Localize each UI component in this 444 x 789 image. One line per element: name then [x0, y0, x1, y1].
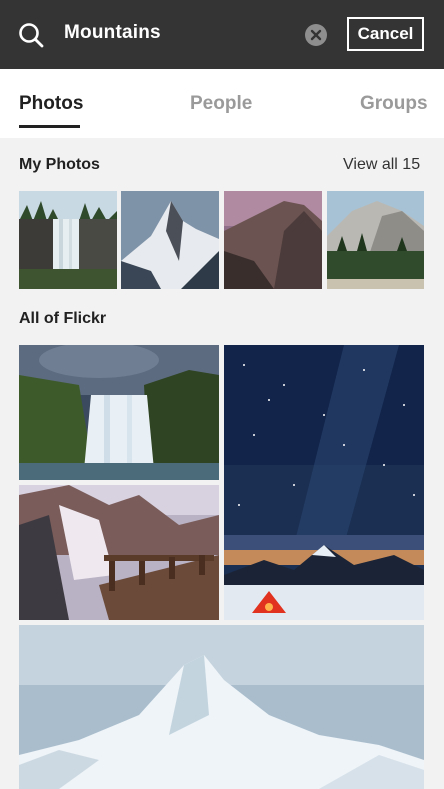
flickr-photo[interactable]: [19, 345, 219, 480]
search-input[interactable]: Mountains: [64, 22, 161, 44]
my-photo-thumbnail[interactable]: [224, 191, 322, 289]
flickr-photo[interactable]: [19, 625, 424, 789]
cancel-button[interactable]: Cancel: [347, 17, 424, 51]
clear-icon[interactable]: [305, 24, 327, 46]
tab-photos[interactable]: Photos: [19, 93, 83, 115]
my-photo-thumbnail[interactable]: [121, 191, 219, 289]
flickr-photo[interactable]: [19, 485, 219, 620]
search-bar: Mountains Cancel: [0, 0, 444, 69]
my-photo-thumbnail[interactable]: [19, 191, 117, 289]
tab-bar: Photos People Groups: [0, 69, 444, 138]
flickr-photo[interactable]: [224, 345, 424, 620]
all-of-flickr-title: All of Flickr: [19, 310, 107, 327]
tab-groups[interactable]: Groups: [360, 93, 428, 115]
search-icon[interactable]: [18, 22, 44, 48]
tab-people[interactable]: People: [190, 93, 252, 115]
my-photo-thumbnail[interactable]: [327, 191, 424, 289]
active-tab-indicator: [19, 125, 80, 128]
my-photos-title: My Photos: [19, 156, 100, 173]
view-all-link[interactable]: View all 15: [343, 156, 420, 174]
